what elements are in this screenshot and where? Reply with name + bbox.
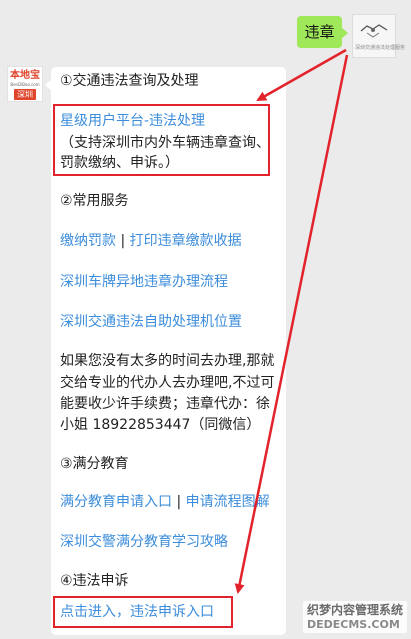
annotation-arrows (234, 48, 349, 594)
arrow-to-platform (256, 48, 347, 102)
watermark-domain: DEDECMS.COM (307, 618, 400, 631)
site-watermark: 织梦内容管理系统 DEDECMS.COM (303, 601, 407, 633)
arrow-to-appeal (234, 54, 349, 594)
watermark-title: 织梦内容管理系统 (307, 603, 404, 617)
